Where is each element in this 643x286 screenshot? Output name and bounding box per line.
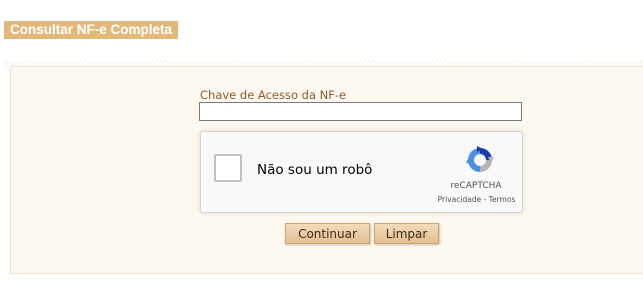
clear-button[interactable]: Limpar (374, 223, 439, 244)
access-key-input[interactable] (199, 102, 522, 121)
recaptcha-checkbox[interactable] (214, 154, 242, 182)
access-key-label: Chave de Acesso da NF-e (200, 88, 347, 102)
terms-link[interactable]: Termos (489, 195, 516, 204)
privacy-link[interactable]: Privacidade (438, 195, 482, 204)
recaptcha-label: Não sou um robô (257, 162, 373, 178)
recaptcha-logo-icon (466, 146, 494, 172)
links-separator: - (481, 195, 489, 204)
nfe-query-page: Consultar NF-e Completa Chave de Acesso … (0, 0, 643, 286)
recaptcha-brand: reCAPTCHA (450, 181, 502, 191)
page-title: Consultar NF-e Completa (4, 21, 179, 39)
recaptcha-links: Privacidade - Termos (429, 195, 524, 204)
continue-button[interactable]: Continuar (285, 223, 370, 244)
recaptcha-widget: Não sou um robô reCAPTCHA Privacidade - … (200, 131, 523, 213)
